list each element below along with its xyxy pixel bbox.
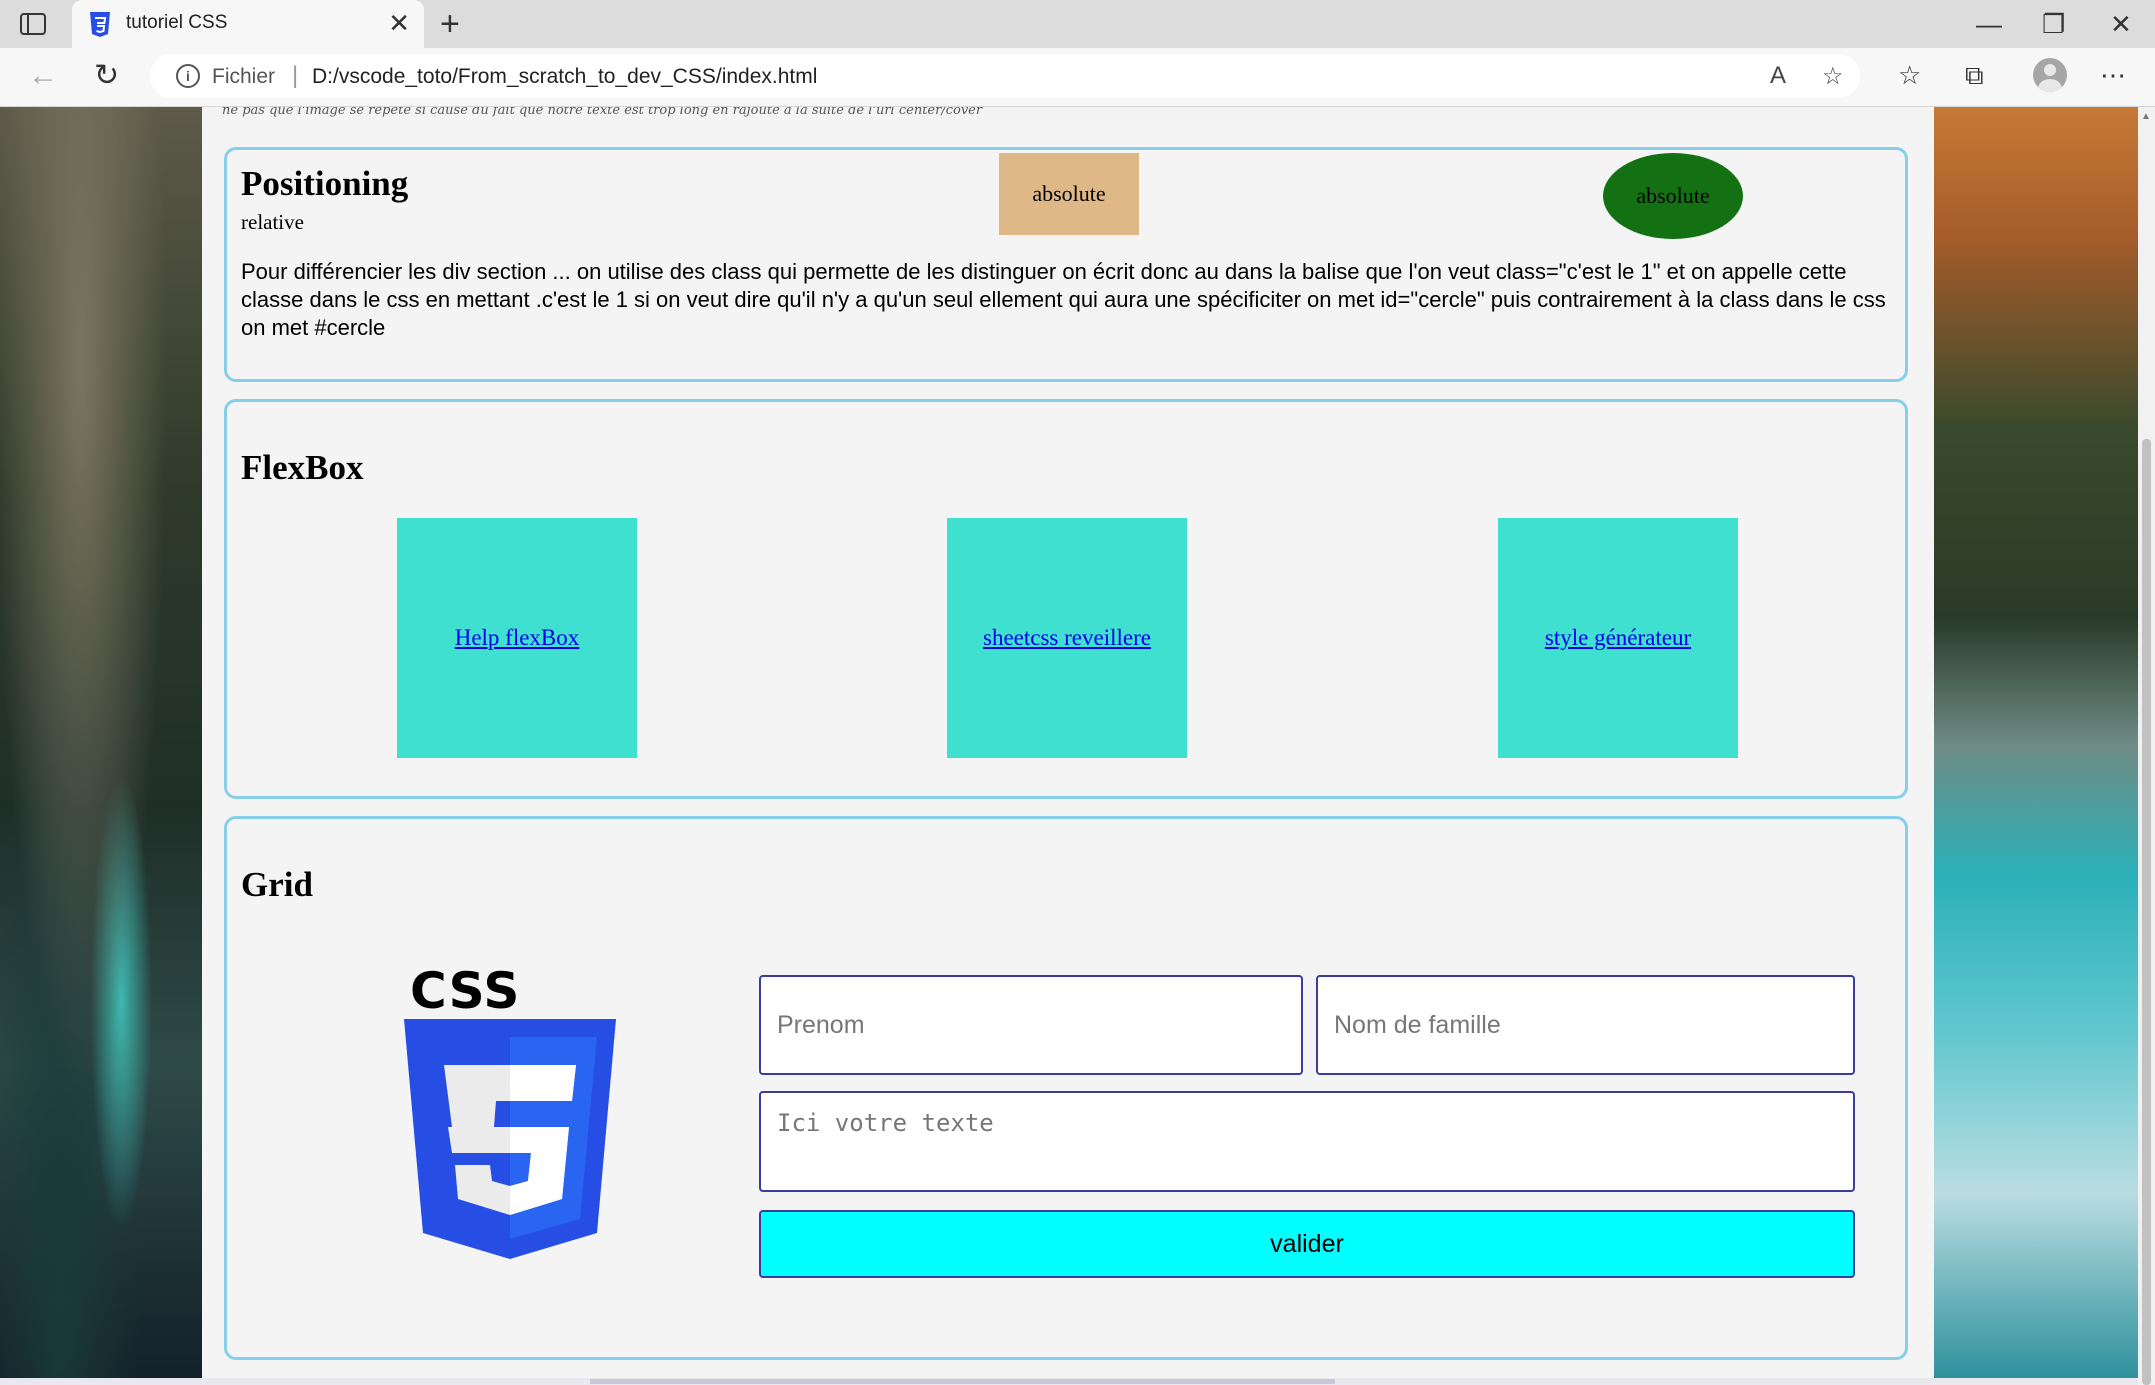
css3-favicon-icon: [90, 12, 110, 37]
address-separator: |: [292, 62, 299, 89]
favorites-icon[interactable]: ☆: [1898, 60, 1921, 91]
clipped-text-line: ne pas que l'image se répète si cause du…: [222, 107, 983, 118]
site-info-icon[interactable]: i: [176, 64, 200, 88]
address-bar[interactable]: i Fichier | D:/vscode_toto/From_scratch_…: [150, 54, 1860, 98]
background-photo-right: [1934, 107, 2138, 1385]
url-text[interactable]: D:/vscode_toto/From_scratch_to_dev_CSS/i…: [312, 65, 817, 89]
page-viewport: ne pas que l'image se répète si cause du…: [0, 107, 2138, 1385]
help-flexbox-link[interactable]: Help flexBox: [455, 625, 580, 651]
positioning-section: Positioning relative absolute absolute P…: [224, 147, 1908, 382]
scroll-up-icon[interactable]: ▲: [2141, 111, 2151, 122]
flex-item-1: Help flexBox: [397, 518, 637, 758]
firstname-input[interactable]: Prenom: [759, 975, 1303, 1075]
vertical-scrollbar[interactable]: ▲: [2138, 107, 2155, 1385]
minimize-button[interactable]: —: [1976, 6, 2002, 42]
absolute-box: absolute: [999, 153, 1139, 235]
absolute-box-label: absolute: [1032, 181, 1106, 206]
address-toolbar: ← ↻ i Fichier | D:/vscode_toto/From_scra…: [0, 48, 2155, 107]
add-favorite-icon[interactable]: ☆: [1822, 62, 1844, 91]
positioning-paragraph: Pour différencier les div section ... on…: [241, 259, 1886, 340]
file-scheme-label: Fichier: [212, 65, 276, 88]
scrollbar-thumb[interactable]: [2142, 439, 2151, 1385]
background-photo-left: [0, 107, 202, 1385]
absolute-circle: absolute: [1603, 153, 1743, 239]
new-tab-button[interactable]: +: [440, 6, 460, 42]
sheetcss-link[interactable]: sheetcss reveillere: [983, 625, 1151, 651]
relative-label: relative: [241, 210, 304, 234]
horizontal-scrollbar-thumb[interactable]: [590, 1379, 1335, 1384]
flex-item-2: sheetcss reveillere: [947, 518, 1187, 758]
grid-section: Grid CSS Prenom Nom de famille Ici votre…: [224, 816, 1908, 1360]
read-aloud-icon[interactable]: A: [1770, 62, 1786, 90]
flex-item-3: style générateur: [1498, 518, 1738, 758]
style-generator-link[interactable]: style générateur: [1545, 625, 1691, 651]
css-logo-text: CSS: [410, 962, 521, 1020]
tab-title: tutoriel CSS: [126, 12, 228, 33]
submit-button[interactable]: valider: [759, 1210, 1855, 1278]
message-textarea[interactable]: Ici votre texte: [759, 1091, 1855, 1192]
tab-actions-icon[interactable]: [18, 10, 48, 38]
back-button[interactable]: ←: [28, 58, 58, 94]
profile-avatar-icon[interactable]: [2033, 58, 2067, 92]
settings-menu-icon[interactable]: ⋯: [2100, 60, 2126, 91]
absolute-circle-label: absolute: [1636, 183, 1710, 208]
window-close-button[interactable]: ✕: [2110, 6, 2132, 42]
browser-tab[interactable]: tutoriel CSS ✕: [72, 0, 424, 48]
horizontal-scrollbar[interactable]: [0, 1378, 2138, 1385]
lastname-input[interactable]: Nom de famille: [1316, 975, 1855, 1075]
css3-shield-logo-icon: [404, 1019, 616, 1259]
flexbox-section: FlexBox Help flexBox sheetcss reveillere…: [224, 399, 1908, 799]
browser-tab-bar: tutoriel CSS ✕ + — ❐ ✕: [0, 0, 2155, 48]
restore-button[interactable]: ❐: [2042, 6, 2065, 42]
grid-title: Grid: [241, 865, 313, 904]
tab-close-icon[interactable]: ✕: [388, 8, 410, 38]
reload-button[interactable]: ↻: [94, 58, 119, 94]
flexbox-title: FlexBox: [241, 448, 364, 487]
collections-icon[interactable]: ⧉: [1965, 60, 1984, 92]
positioning-title: Positioning: [241, 164, 409, 203]
